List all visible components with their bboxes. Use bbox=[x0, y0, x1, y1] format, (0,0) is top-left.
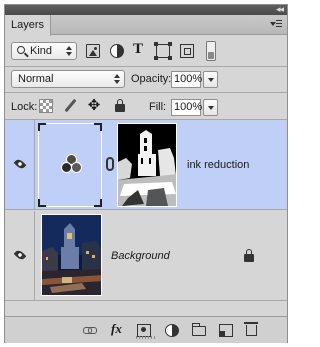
adjustment-filter-icon[interactable] bbox=[110, 44, 124, 58]
blend-mode-value: Normal bbox=[18, 73, 54, 85]
lock-position-icon[interactable]: ✥ bbox=[87, 98, 101, 113]
visibility-toggle[interactable] bbox=[5, 120, 35, 209]
channel-mixer-icon bbox=[61, 154, 83, 174]
layer-mask-thumbnail[interactable] bbox=[117, 123, 177, 207]
smart-object-filter-icon[interactable] bbox=[180, 44, 194, 58]
lock-label: Lock: bbox=[11, 101, 38, 113]
new-layer-icon[interactable] bbox=[219, 324, 233, 337]
lock-row: Lock: ✥ Fill: 100% bbox=[5, 93, 287, 119]
blend-mode-select[interactable]: Normal bbox=[11, 70, 125, 88]
search-icon bbox=[17, 46, 25, 54]
opacity-dropdown-button[interactable] bbox=[203, 71, 218, 88]
layer-name[interactable]: Background bbox=[111, 250, 170, 262]
layer-lock-icon bbox=[242, 249, 256, 263]
fill-dropdown-button[interactable] bbox=[203, 99, 218, 116]
shape-filter-icon[interactable] bbox=[154, 42, 172, 60]
opacity-label: Opacity: bbox=[131, 73, 172, 85]
eye-icon bbox=[13, 157, 27, 171]
delete-layer-trash-icon[interactable] bbox=[244, 322, 258, 336]
image-filter-icon[interactable] bbox=[86, 44, 100, 58]
layer-row[interactable]: Background bbox=[5, 211, 287, 301]
filter-toggle-icon[interactable] bbox=[206, 41, 216, 61]
night-city-photo bbox=[42, 215, 101, 295]
layers-panel: ◂◂ Layers Kind T Normal Opacity: 100% Lo… bbox=[4, 4, 288, 343]
mask-image bbox=[118, 124, 176, 206]
fill-input[interactable]: 100% bbox=[171, 99, 202, 116]
adjustment-layer-thumbnail[interactable] bbox=[38, 123, 102, 207]
filter-row: Kind T bbox=[5, 36, 287, 66]
fill-label: Fill: bbox=[149, 101, 167, 113]
lock-image-pixels-icon[interactable] bbox=[63, 99, 77, 113]
filter-kind-select[interactable]: Kind bbox=[11, 42, 77, 60]
panel-menu-icon[interactable] bbox=[270, 19, 282, 29]
new-group-folder-icon[interactable] bbox=[191, 323, 206, 336]
layers-list: ink reduction Background bbox=[5, 120, 287, 318]
updown-arrows-icon bbox=[66, 46, 72, 56]
panel-title-strip: ◂◂ bbox=[5, 4, 287, 15]
eye-icon bbox=[13, 248, 27, 262]
updown-arrows-icon bbox=[114, 74, 120, 84]
layer-style-fx-icon[interactable]: fx bbox=[111, 321, 125, 336]
filter-kind-label: Kind bbox=[30, 45, 53, 57]
resize-grip[interactable] bbox=[136, 336, 156, 339]
mask-link-icon[interactable] bbox=[106, 157, 114, 171]
layer-name[interactable]: ink reduction bbox=[187, 159, 249, 171]
lock-transparent-pixels-icon[interactable] bbox=[39, 99, 53, 113]
blend-row: Normal Opacity: 100% bbox=[5, 66, 287, 92]
layer-thumbnail[interactable] bbox=[41, 214, 102, 296]
tab-layers[interactable]: Layers bbox=[5, 15, 51, 36]
link-layers-icon[interactable] bbox=[83, 324, 97, 337]
panel-tab-row: Layers bbox=[5, 15, 287, 36]
type-filter-icon[interactable]: T bbox=[133, 41, 147, 57]
opacity-input[interactable]: 100% bbox=[171, 71, 202, 88]
collapse-panel-icon[interactable]: ◂◂ bbox=[276, 4, 284, 15]
new-adjustment-layer-icon[interactable] bbox=[165, 324, 179, 337]
visibility-toggle[interactable] bbox=[5, 211, 35, 300]
layer-row[interactable]: ink reduction bbox=[5, 120, 287, 210]
lock-all-icon[interactable] bbox=[113, 99, 127, 113]
